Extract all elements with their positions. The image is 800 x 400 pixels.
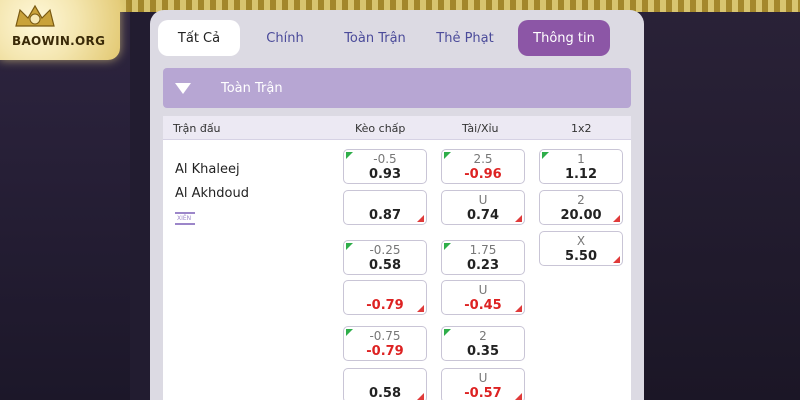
- background-right: [640, 0, 800, 400]
- away-team: Al Akhdoud: [175, 186, 249, 201]
- odds-value: 0.74: [466, 208, 500, 223]
- odds-cell[interactable]: 2 20.00: [539, 190, 623, 225]
- odds-line: -0.75: [369, 329, 401, 343]
- tab-full-match[interactable]: Toàn Trận: [330, 20, 420, 56]
- caret-down-icon: [175, 82, 191, 94]
- odds-cell[interactable]: U -0.45: [441, 280, 525, 315]
- odds-value: 5.50: [564, 249, 598, 264]
- col-overunder: Tài/Xỉu: [462, 122, 499, 135]
- odds-line: 1: [577, 152, 585, 166]
- odds-value: 0.87: [368, 208, 402, 223]
- odds-line: X: [576, 234, 586, 248]
- odds-cell[interactable]: -0.75 -0.79: [343, 326, 427, 361]
- odds-cell[interactable]: -0.25 0.58: [343, 240, 427, 275]
- tab-all[interactable]: Tất Cả: [158, 20, 240, 56]
- odds-cell[interactable]: 0.87: [343, 190, 427, 225]
- odds-value: 0.58: [368, 258, 402, 273]
- odds-line: U: [478, 193, 488, 207]
- section-title: Toàn Trận: [221, 80, 283, 96]
- odds-line: 1.75: [469, 243, 497, 257]
- odds-value: -0.96: [464, 167, 502, 182]
- odds-cell[interactable]: -0.79: [343, 280, 427, 315]
- tab-main[interactable]: Chính: [240, 20, 330, 56]
- logo-text: BAOWIN.ORG: [12, 34, 106, 48]
- odds-cell[interactable]: -0.5 0.93: [343, 149, 427, 184]
- market-tabs: Tất Cả Chính Toàn Trận Thẻ Phạt Thông ti…: [158, 18, 636, 58]
- odds-cell[interactable]: U 0.74: [441, 190, 525, 225]
- odds-table: Trận đấu Kèo chấp Tài/Xỉu 1x2 Al Khaleej…: [163, 116, 631, 400]
- parlay-bar-bottom: [175, 223, 195, 225]
- odds-value: 0.35: [466, 344, 500, 359]
- parlay-label: XIÊN: [177, 215, 192, 222]
- odds-cell[interactable]: 1.75 0.23: [441, 240, 525, 275]
- odds-cell[interactable]: X 5.50: [539, 231, 623, 266]
- odds-line: U: [478, 371, 488, 385]
- parlay-icon[interactable]: XIÊN: [175, 212, 195, 226]
- odds-line: 2.5: [473, 152, 493, 166]
- column-headers: Trận đấu Kèo chấp Tài/Xỉu 1x2: [163, 116, 631, 140]
- parlay-bar-top: [175, 212, 195, 214]
- tab-cards[interactable]: Thẻ Phạt: [420, 20, 510, 56]
- odds-cell[interactable]: 2.5 -0.96: [441, 149, 525, 184]
- odds-line: 2: [577, 193, 585, 207]
- odds-value: 0.93: [368, 167, 402, 182]
- col-handicap: Kèo chấp: [355, 122, 406, 135]
- odds-cell[interactable]: 0.58: [343, 368, 427, 400]
- site-logo[interactable]: BAOWIN.ORG: [0, 0, 120, 60]
- odds-value: 0.58: [368, 386, 402, 400]
- tab-info[interactable]: Thông tin: [518, 20, 610, 56]
- odds-cell[interactable]: U -0.57: [441, 368, 525, 400]
- odds-cell[interactable]: 1 1.12: [539, 149, 623, 184]
- background-left: [0, 0, 130, 400]
- odds-panel: Tất Cả Chính Toàn Trận Thẻ Phạt Thông ti…: [150, 10, 644, 400]
- odds-line: -0.5: [373, 152, 397, 166]
- odds-value: -0.79: [366, 344, 404, 359]
- crown-icon: [15, 4, 55, 27]
- odds-value: -0.79: [366, 298, 404, 313]
- odds-line: 2: [479, 329, 487, 343]
- odds-value: -0.57: [464, 386, 502, 400]
- odds-value: 1.12: [564, 167, 598, 182]
- odds-line: U: [478, 283, 488, 297]
- odds-line: -0.25: [369, 243, 401, 257]
- home-team: Al Khaleej: [175, 162, 240, 177]
- odds-cell[interactable]: 2 0.35: [441, 326, 525, 361]
- col-match: Trận đấu: [173, 122, 221, 135]
- odds-value: 20.00: [560, 208, 602, 223]
- odds-value: -0.45: [464, 298, 502, 313]
- col-1x2: 1x2: [571, 122, 592, 135]
- section-header[interactable]: Toàn Trận: [163, 68, 631, 108]
- odds-value: 0.23: [466, 258, 500, 273]
